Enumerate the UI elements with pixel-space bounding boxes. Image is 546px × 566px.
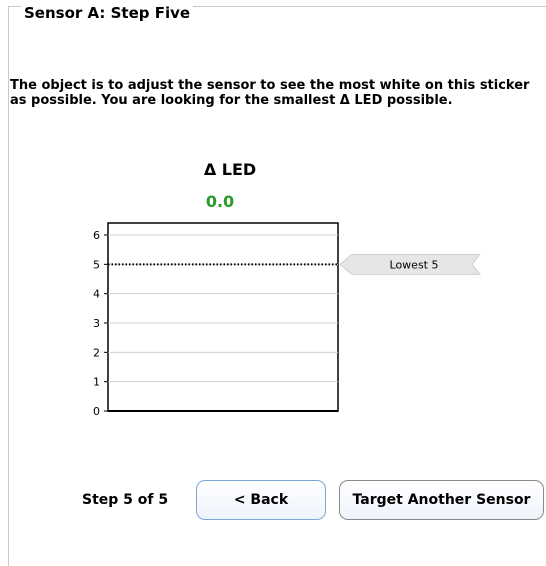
step-indicator: Step 5 of 5 <box>82 492 169 508</box>
target-another-sensor-button[interactable]: Target Another Sensor <box>339 480 544 520</box>
lowest-reference-label: Lowest 5 <box>390 258 439 271</box>
group-title: Sensor A: Step Five <box>21 4 194 22</box>
y-tick-label: 5 <box>93 258 100 271</box>
y-tick-label: 0 <box>93 405 100 418</box>
instructions-text: The object is to adjust the sensor to se… <box>10 78 530 108</box>
y-tick-label: 3 <box>93 317 100 330</box>
delta-led-chart: 0 1 2 3 4 5 6 Lowest 5 <box>93 222 482 418</box>
y-tick-label: 1 <box>93 376 100 389</box>
delta-led-title: Δ LED <box>203 160 257 179</box>
y-tick-label: 6 <box>93 229 100 242</box>
y-tick-label: 4 <box>93 288 100 301</box>
y-tick-label: 2 <box>93 346 100 359</box>
back-button[interactable]: < Back <box>196 480 326 520</box>
footer-bar: Step 5 of 5 < Back Target Another Sensor <box>0 480 546 524</box>
delta-led-value: 0.0 <box>205 192 235 211</box>
plot-area <box>107 222 339 412</box>
